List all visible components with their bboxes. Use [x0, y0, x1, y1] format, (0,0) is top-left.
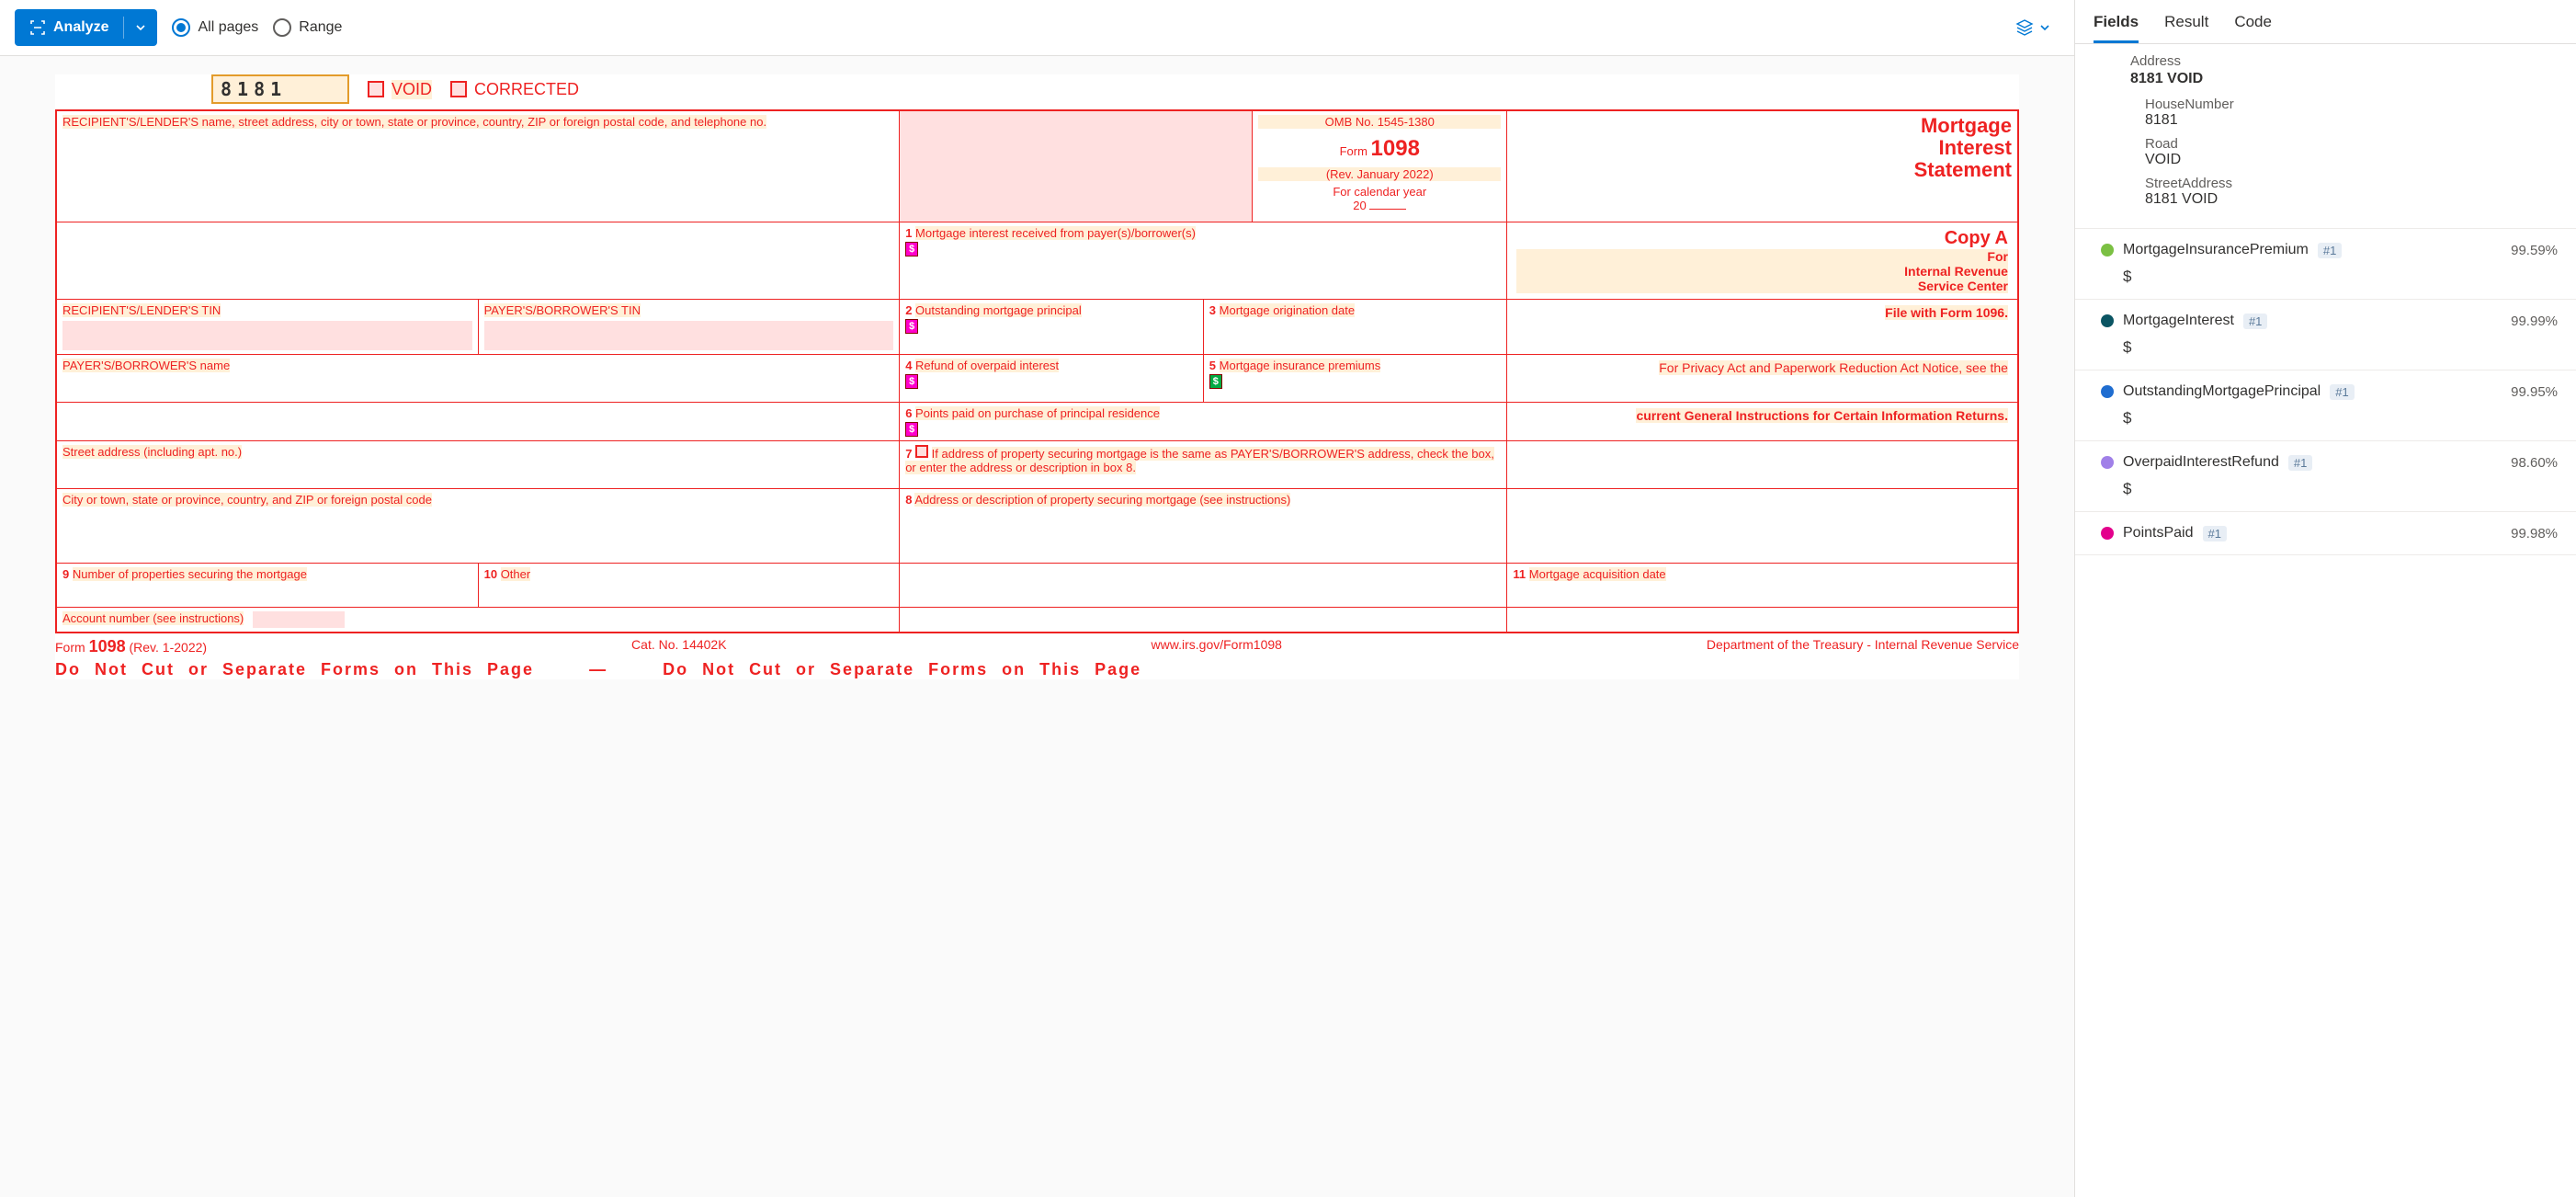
toolbar: Analyze All pages Range	[0, 0, 2074, 56]
corrected-checkbox: CORRECTED	[450, 80, 579, 99]
results-panel: Fields Result Code Address 8181 VOID Hou…	[2075, 0, 2576, 1197]
checkbox-icon	[915, 445, 928, 458]
form-footer: Form 1098 (Rev. 1-2022) Cat. No. 14402K …	[55, 633, 2019, 660]
field-card[interactable]: PointsPaid #1 99.98%	[2075, 512, 2576, 555]
form-id-cell: OMB No. 1545-1380 Form 1098 (Rev. Januar…	[1253, 111, 1507, 222]
box-7: 7 If address of property securing mortga…	[900, 441, 1507, 488]
field-confidence: 98.60%	[2511, 455, 2558, 471]
color-dot-icon	[2101, 314, 2114, 327]
layers-icon	[2015, 18, 2034, 37]
form-1098: 8181 VOID CORRECTED RECIPIENT'S/LENDER	[55, 74, 2019, 679]
account-number: Account number (see instructions)	[57, 608, 900, 632]
form-title-cell: Mortgage Interest Statement	[1507, 111, 2017, 222]
city-state-zip: City or town, state or province, country…	[57, 489, 900, 563]
box-11: 11 Mortgage acquisition date	[1507, 564, 2017, 607]
field-badge: #1	[2288, 455, 2312, 471]
field-name: MortgageInterest	[2123, 313, 2234, 329]
void-checkbox: VOID	[368, 80, 432, 99]
scan-icon	[29, 19, 46, 36]
recipient-tin: RECIPIENT'S/LENDER'S TIN	[57, 300, 479, 354]
tab-result[interactable]: Result	[2164, 13, 2208, 43]
analyze-button[interactable]: Analyze	[15, 9, 157, 46]
field-name: MortgageInsurancePremium	[2123, 242, 2309, 258]
radio-icon	[273, 18, 291, 37]
blank-cell	[900, 111, 1253, 222]
box-10: 10 Other	[479, 564, 901, 607]
box-2: 2 Outstanding mortgage principal $	[900, 300, 1204, 354]
color-dot-icon	[2101, 244, 2114, 256]
street-address: Street address (including apt. no.)	[57, 441, 900, 488]
field-card[interactable]: MortgageInterest #1 99.99% $	[2075, 300, 2576, 370]
privacy-notice: For Privacy Act and Paperwork Reduction …	[1507, 355, 2017, 402]
field-badge: #1	[2203, 526, 2227, 542]
panel-tabs: Fields Result Code	[2075, 0, 2576, 44]
recipient-lender-block: RECIPIENT'S/LENDER'S name, street addres…	[57, 111, 900, 222]
payer-name: PAYER'S/BORROWER'S name	[57, 355, 900, 402]
field-card[interactable]: MortgageInsurancePremium #1 99.59% $	[2075, 229, 2576, 300]
field-card[interactable]: OverpaidInterestRefund #1 98.60% $	[2075, 441, 2576, 512]
do-not-cut-notice: Do Not Cut or Separate Forms on This Pag…	[55, 660, 2019, 679]
field-card[interactable]: OutstandingMortgagePrincipal #1 99.95% $	[2075, 370, 2576, 441]
file-1096: File with Form 1096.	[1507, 300, 2017, 354]
box-4: 4 Refund of overpaid interest $	[900, 355, 1204, 402]
field-value: $	[2123, 409, 2558, 428]
color-dot-icon	[2101, 456, 2114, 469]
dollar-icon: $	[905, 319, 918, 334]
dollar-icon: $	[905, 422, 918, 437]
color-dot-icon	[2101, 527, 2114, 540]
tab-code[interactable]: Code	[2234, 13, 2272, 43]
field-confidence: 99.98%	[2511, 526, 2558, 542]
box-3: 3 Mortgage origination date	[1204, 300, 1508, 354]
range-radio[interactable]: Range	[273, 18, 342, 37]
field-confidence: 99.59%	[2511, 243, 2558, 258]
ocr-code: 8181	[211, 74, 349, 104]
field-value: $	[2123, 480, 2558, 498]
field-badge: #1	[2318, 243, 2342, 258]
field-name: PointsPaid	[2123, 525, 2194, 542]
field-name: OutstandingMortgagePrincipal	[2123, 383, 2321, 400]
analyze-label: Analyze	[53, 19, 108, 36]
box-5: 5 Mortgage insurance premiums $	[1204, 355, 1508, 402]
field-badge: #1	[2330, 384, 2354, 400]
copy-a-col: Copy A For Internal Revenue Service Cent…	[1507, 222, 2017, 299]
field-badge: #1	[2243, 314, 2267, 329]
field-value: $	[2123, 338, 2558, 357]
dollar-icon: $	[905, 242, 918, 256]
box-1: 1 Mortgage interest received from payer(…	[900, 222, 1507, 299]
color-dot-icon	[2101, 385, 2114, 398]
field-confidence: 99.95%	[2511, 384, 2558, 400]
checkbox-icon	[368, 81, 384, 97]
document-viewer[interactable]: 8181 VOID CORRECTED RECIPIENT'S/LENDER	[0, 56, 2074, 1197]
dollar-icon: $	[1209, 374, 1222, 389]
payer-tin: PAYER'S/BORROWER'S TIN	[479, 300, 901, 354]
box-8: 8 Address or description of property sec…	[900, 489, 1507, 563]
field-confidence: 99.99%	[2511, 314, 2558, 329]
chevron-down-icon	[2039, 22, 2050, 33]
dollar-icon: $	[905, 374, 918, 389]
box-6: 6 Points paid on purchase of principal r…	[900, 403, 1507, 440]
field-value: $	[2123, 268, 2558, 286]
box-9: 9 Number of properties securing the mort…	[57, 564, 479, 607]
field-name: OverpaidInterestRefund	[2123, 454, 2279, 471]
layers-toggle[interactable]	[2015, 18, 2060, 37]
address-field[interactable]: Address 8181 VOID HouseNumber 8181 Road …	[2075, 44, 2576, 229]
radio-icon	[172, 18, 190, 37]
analyze-dropdown[interactable]	[124, 22, 157, 33]
checkbox-icon	[450, 81, 467, 97]
tab-fields[interactable]: Fields	[2094, 13, 2139, 43]
all-pages-radio[interactable]: All pages	[172, 18, 258, 37]
